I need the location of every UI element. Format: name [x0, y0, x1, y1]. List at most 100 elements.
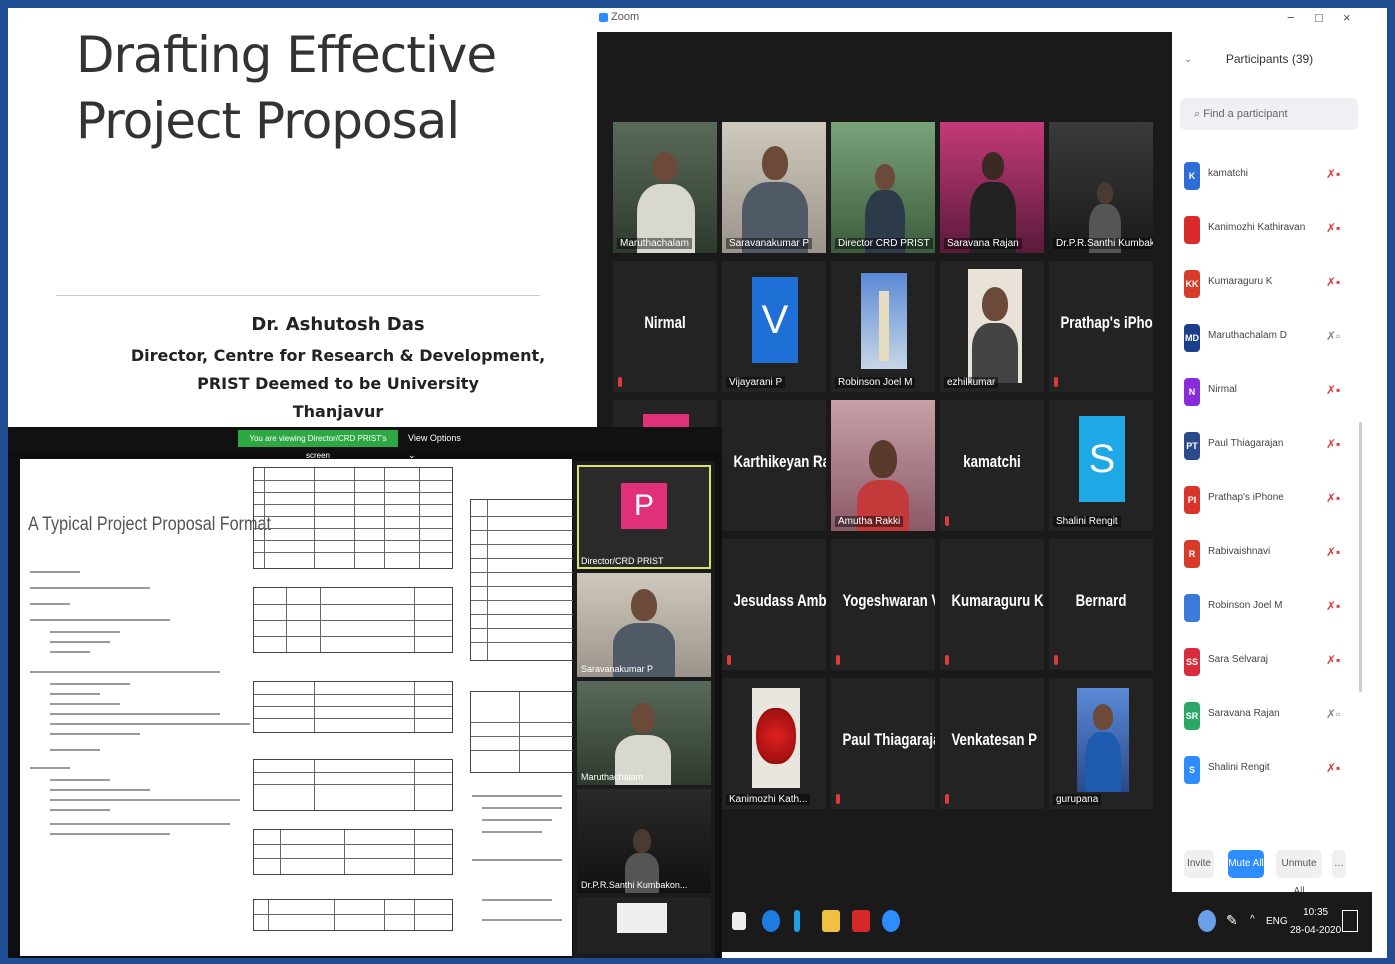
participant-row[interactable]: R Rabivaishnavi ✗▪	[1182, 530, 1357, 578]
mute-all-button[interactable]: Mute All	[1228, 850, 1264, 878]
muted-mic-icon	[1054, 655, 1058, 665]
video-tile-no-video[interactable]: Karthikeyan Ra...	[722, 400, 826, 531]
video-tile-active-speaker[interactable]: Dr.P.R.Santhi Kumbak...	[1049, 122, 1153, 253]
participant-row[interactable]: S Shalini Rengit ✗▪	[1182, 746, 1357, 794]
participant-name: kamatchi	[1208, 168, 1249, 179]
more-options-icon[interactable]: …	[1332, 850, 1346, 878]
strip-video-tile[interactable]: P Director/CRD PRIST	[577, 465, 711, 569]
participant-row[interactable]: SR Saravana Rajan ✗▫	[1182, 692, 1357, 740]
slide-role: Director, Centre for Research & Developm…	[130, 346, 546, 365]
video-tile[interactable]: Kanimozhi Kath...	[722, 678, 826, 809]
participant-row[interactable]: SS Sara Selvaraj ✗▪	[1182, 638, 1357, 686]
text-line	[50, 733, 140, 735]
video-tile[interactable]: ezhilkumar	[940, 261, 1044, 392]
show-hidden-icons-icon[interactable]: ^	[1250, 914, 1255, 925]
video-tile[interactable]: Director CRD PRIST	[831, 122, 935, 253]
network-icon[interactable]	[1198, 910, 1216, 932]
text-line	[50, 723, 250, 725]
video-tile[interactable]: gurupana	[1049, 678, 1153, 809]
muted-mic-icon[interactable]: ✗▪	[1326, 437, 1340, 451]
participant-row[interactable]: PI Prathap's iPhone ✗▪	[1182, 476, 1357, 524]
pen-icon[interactable]: ✎	[1226, 912, 1238, 929]
muted-mic-icon[interactable]: ✗▪	[1326, 653, 1340, 667]
muted-mic-icon[interactable]: ✗▪	[1326, 167, 1340, 181]
strip-video-tile[interactable]: Saravanakumar P	[577, 573, 711, 677]
tile-name-label: Director/CRD PRIST	[581, 556, 664, 566]
notification-icon[interactable]	[1342, 910, 1358, 932]
strip-video-tile[interactable]	[577, 897, 711, 953]
video-tile-no-video[interactable]: Nirmal	[613, 261, 717, 392]
budget-table	[253, 829, 453, 875]
muted-mic-icon[interactable]: ✗▪	[1326, 383, 1340, 397]
avatar: KK	[1184, 270, 1200, 298]
avatar: PI	[1184, 486, 1200, 514]
avatar-photo	[752, 688, 800, 788]
unmute-all-button[interactable]: Unmute All	[1276, 850, 1322, 897]
text-line	[50, 779, 110, 781]
invite-button[interactable]: Invite	[1184, 850, 1214, 878]
muted-mic-icon[interactable]: ✗▪	[1326, 599, 1340, 613]
text-line	[50, 693, 100, 695]
tile-participant-name: Venkatesan P	[951, 730, 1037, 749]
video-tile-no-video[interactable]: Jesudass Ambr...	[722, 539, 826, 670]
muted-mic-icon[interactable]: ✗▪	[1326, 491, 1340, 505]
muted-mic-icon[interactable]: ✗▪	[1326, 545, 1340, 559]
video-tile[interactable]: V Vijayarani P	[722, 261, 826, 392]
participant-row[interactable]: MD Maruthachalam D ✗▫	[1182, 314, 1357, 362]
person-head	[982, 152, 1004, 180]
maximize-button[interactable]: □	[1315, 10, 1323, 25]
participants-scrollbar[interactable]	[1359, 422, 1362, 692]
video-tile-no-video[interactable]: Bernard	[1049, 539, 1153, 670]
text-line	[30, 571, 80, 573]
video-tile-no-video[interactable]: Paul Thiagarajan	[831, 678, 935, 809]
muted-mic-icon[interactable]: ✗▪	[1326, 761, 1340, 775]
strip-video-tile[interactable]: Dr.P.R.Santhi Kumbakon...	[577, 789, 711, 893]
participant-search-input[interactable]: ⌕ Find a participant	[1180, 98, 1358, 130]
lightning-app-icon[interactable]	[794, 910, 800, 932]
zoom-app-icon[interactable]	[882, 910, 900, 932]
avatar-photo	[968, 269, 1022, 383]
strip-video-tile[interactable]: Maruthachalam	[577, 681, 711, 785]
participant-row[interactable]: PT Paul Thiagarajan ✗▪	[1182, 422, 1357, 470]
system-clock[interactable]: 10:35 28-04-2020	[1290, 904, 1341, 940]
text-line	[482, 899, 552, 901]
view-options-button[interactable]: View Options ⌄	[408, 430, 468, 460]
video-tile-no-video[interactable]: Yogeshwaran V	[831, 539, 935, 670]
video-tile[interactable]: Robinson Joel M	[831, 261, 935, 392]
avatar	[1184, 594, 1200, 622]
participant-row[interactable]: N Nirmal ✗▪	[1182, 368, 1357, 416]
muted-mic-icon[interactable]: ✗▫	[1326, 707, 1340, 721]
muted-mic-icon[interactable]: ✗▪	[1326, 275, 1340, 289]
person-head	[1097, 182, 1113, 204]
video-tile-no-video[interactable]: Venkatesan P	[940, 678, 1044, 809]
language-indicator[interactable]: ENG	[1266, 916, 1288, 927]
screen-share-topbar: You are viewing Director/CRD PRIST's scr…	[8, 427, 722, 460]
participant-name: Maruthachalam D	[1208, 330, 1287, 341]
video-tile-no-video[interactable]: kamatchi	[940, 400, 1044, 531]
close-button[interactable]: ×	[1343, 10, 1351, 25]
video-tile-no-video[interactable]: Kumaraguru K	[940, 539, 1044, 670]
video-tile[interactable]: Amutha Rakki	[831, 400, 935, 531]
dropbox-icon[interactable]	[732, 912, 746, 930]
edge-browser-icon[interactable]	[762, 910, 780, 932]
video-tile[interactable]: Saravanakumar P	[722, 122, 826, 253]
file-explorer-icon[interactable]	[822, 910, 840, 932]
video-tile[interactable]: S Shalini Rengit	[1049, 400, 1153, 531]
muted-mic-icon[interactable]: ✗▫	[1326, 329, 1340, 343]
video-tile[interactable]: Saravana Rajan	[940, 122, 1044, 253]
participant-name: Kumaraguru K	[1208, 276, 1273, 287]
video-tile[interactable]: Maruthachalam	[613, 122, 717, 253]
participant-row[interactable]: Kanimozhi Kathiravan ✗▪	[1182, 206, 1357, 254]
video-tile-no-video[interactable]: Prathap's iPhone	[1049, 261, 1153, 392]
zoom-window-title: Zoom	[611, 11, 640, 23]
participant-row[interactable]: Kkamatchi ✗▪	[1182, 152, 1357, 200]
participant-row[interactable]: KK Kumaraguru K ✗▪	[1182, 260, 1357, 308]
minimize-button[interactable]: −	[1287, 10, 1295, 25]
tile-name-label: Kanimozhi Kath...	[726, 794, 811, 805]
video-feed	[940, 122, 1044, 253]
avatar-photo	[1077, 688, 1129, 792]
shared-document: A Typical Project Proposal Format	[20, 459, 574, 956]
participant-row[interactable]: Robinson Joel M ✗▪	[1182, 584, 1357, 632]
pdf-reader-icon[interactable]	[852, 910, 870, 932]
muted-mic-icon[interactable]: ✗▪	[1326, 221, 1340, 235]
